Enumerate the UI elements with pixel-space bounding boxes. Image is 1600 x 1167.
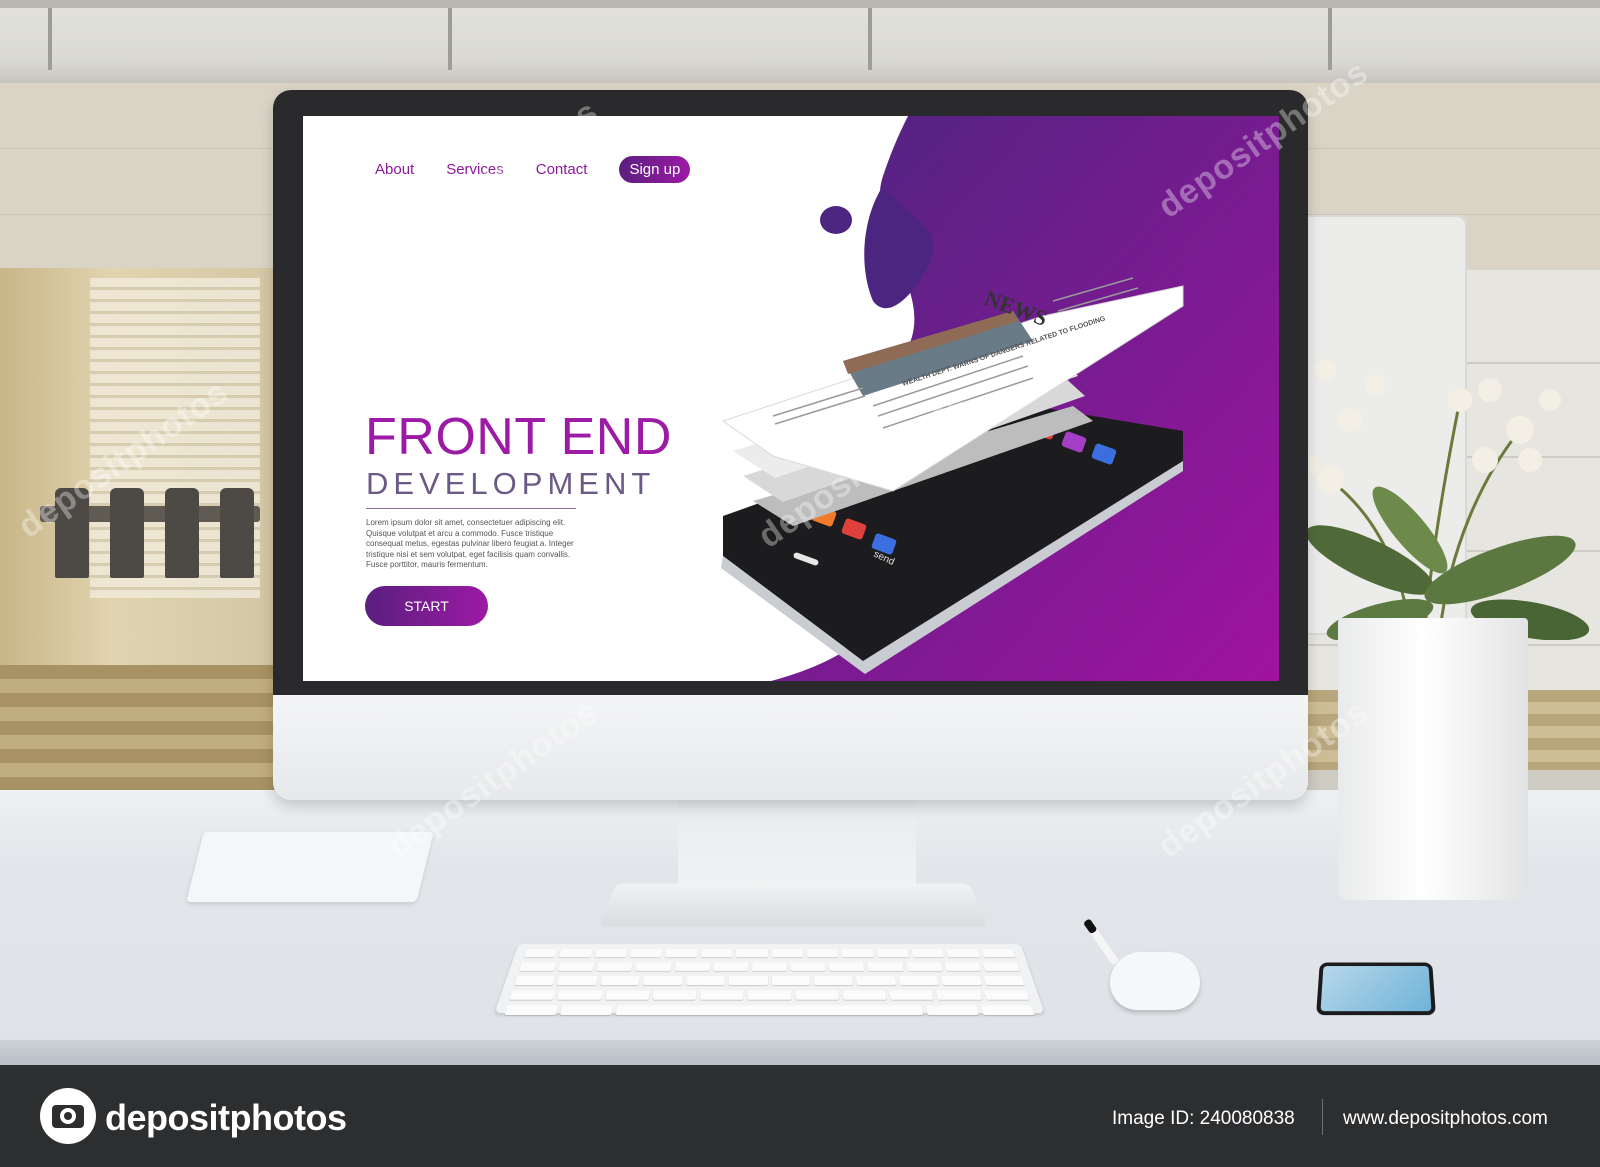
hero-body-text: Lorem ipsum dolor sit amet, consectetuer… [366, 518, 574, 569]
desk-edge [0, 1040, 1600, 1065]
mouse [1110, 952, 1200, 1010]
start-button[interactable]: START [365, 586, 488, 626]
nav-about[interactable]: About [375, 161, 414, 178]
footer-logo-text: depositphotos [105, 1097, 347, 1138]
website-screen: About Services Contact Sign up FRONT END… [303, 116, 1279, 681]
keyboard [494, 944, 1045, 1016]
hero-title-line2: DEVELOPMENT [366, 466, 656, 501]
orchid-plant [1300, 359, 1590, 640]
ceiling-railing [0, 0, 1600, 82]
nav-contact[interactable]: Contact [536, 161, 588, 178]
monitor-stand-base [598, 883, 988, 927]
site-url[interactable]: www.depositphotos.com [1343, 1108, 1548, 1130]
nav-services[interactable]: Services [446, 161, 504, 178]
meeting-room [0, 268, 280, 668]
layered-phone-illustration: NEWS WEALTH DEPT: WARNS OF DANGERS RELAT… [721, 277, 1184, 674]
top-nav: About Services Contact Sign up [375, 156, 691, 183]
title-divider [366, 508, 576, 509]
plant-pot [1338, 618, 1528, 900]
monitor-chin [273, 695, 1308, 800]
signup-button[interactable]: Sign up [619, 156, 691, 183]
notepad [186, 832, 434, 902]
image-id: Image ID: 240080838 [1112, 1108, 1295, 1129]
smartphone [1316, 962, 1436, 1016]
camera-logo-icon [40, 1088, 96, 1144]
footer-divider [1322, 1099, 1323, 1135]
hero-title-line1: FRONT END [365, 408, 672, 466]
